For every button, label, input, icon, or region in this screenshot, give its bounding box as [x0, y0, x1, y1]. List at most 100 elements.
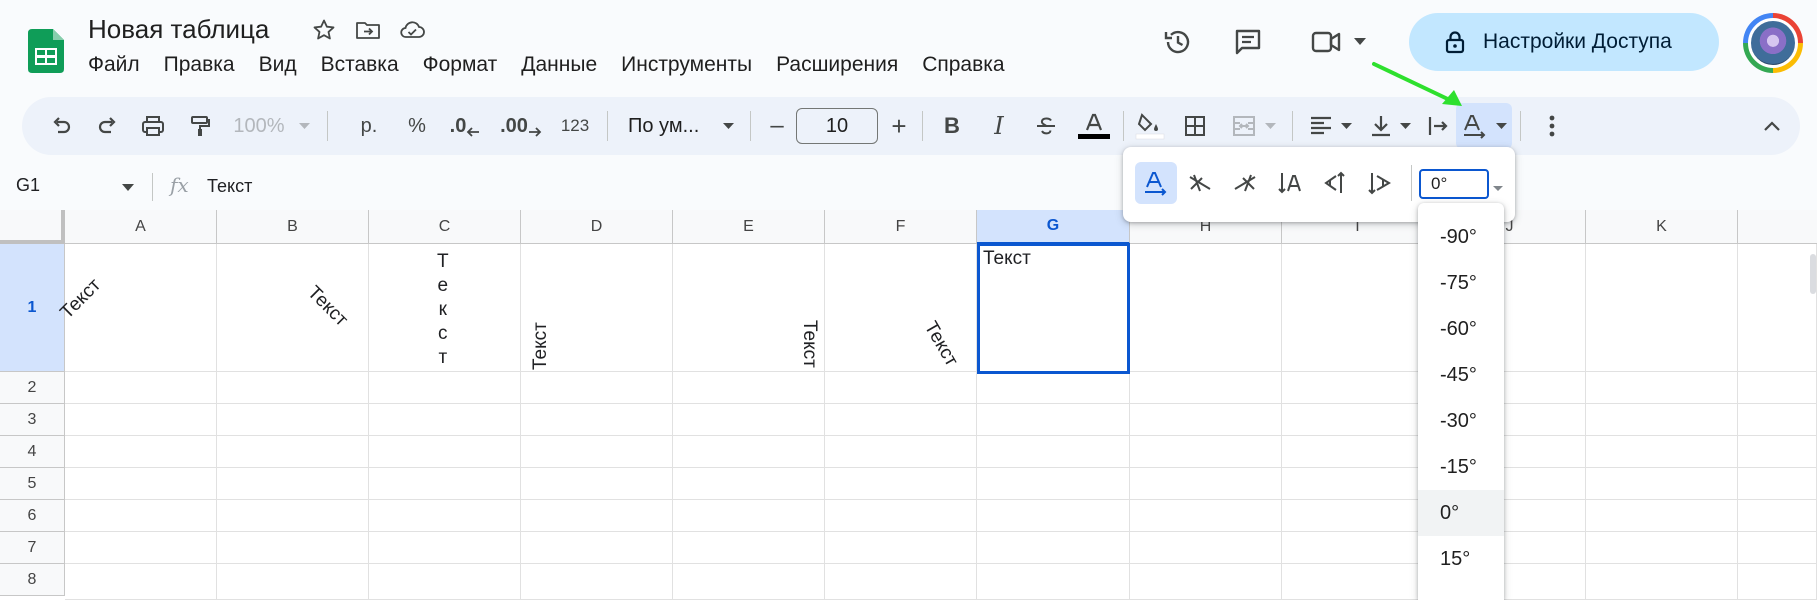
font-size-input[interactable]: 10	[796, 108, 878, 144]
rotate-none-icon[interactable]	[1135, 162, 1177, 204]
paint-format-icon[interactable]	[175, 97, 225, 155]
grid-cell[interactable]	[673, 564, 825, 600]
grid-cell[interactable]	[825, 436, 977, 468]
text-color-icon[interactable]	[1070, 97, 1118, 155]
grid-cell[interactable]	[1130, 372, 1282, 404]
grid-cell[interactable]	[1738, 468, 1817, 500]
row-header-4[interactable]: 4	[0, 436, 65, 468]
custom-angle-input[interactable]: 0°	[1419, 169, 1489, 199]
rotate-down-icon[interactable]	[1359, 162, 1401, 204]
grid-cell[interactable]	[1586, 564, 1738, 600]
grid-cell[interactable]	[1282, 532, 1434, 564]
grid-cell[interactable]	[217, 404, 369, 436]
undo-icon[interactable]	[36, 97, 86, 155]
grid-cell[interactable]	[977, 500, 1130, 532]
grid-cell[interactable]	[1738, 404, 1817, 436]
grid-cell[interactable]	[217, 468, 369, 500]
column-header-c[interactable]: C	[369, 210, 521, 244]
font-family-select[interactable]: По ум...	[616, 97, 746, 155]
angle-option[interactable]: -45°	[1418, 352, 1504, 398]
grid-cell[interactable]	[1130, 468, 1282, 500]
row-header-3[interactable]: 3	[0, 404, 65, 436]
grid-cell[interactable]	[825, 500, 977, 532]
grid-cell[interactable]	[673, 404, 825, 436]
grid-cell[interactable]	[673, 532, 825, 564]
menu-help[interactable]: Справка	[910, 52, 1016, 78]
version-history-icon[interactable]	[1150, 14, 1206, 70]
chevron-down-icon[interactable]	[1493, 179, 1503, 197]
grid-cell[interactable]	[1282, 500, 1434, 532]
tilt-down-icon[interactable]	[1224, 162, 1266, 204]
formula-input[interactable]: Текст	[207, 176, 252, 197]
grid-cell[interactable]	[825, 372, 977, 404]
grid-cell[interactable]	[217, 564, 369, 600]
select-all-corner[interactable]	[0, 210, 65, 244]
zoom-value[interactable]: 100%	[228, 97, 290, 155]
grid-cell[interactable]	[1586, 500, 1738, 532]
grid-cell[interactable]	[521, 436, 673, 468]
grid-cell[interactable]	[673, 468, 825, 500]
chevron-down-icon[interactable]	[122, 179, 134, 197]
grid-cell[interactable]	[1738, 500, 1817, 532]
comments-icon[interactable]	[1220, 14, 1276, 70]
grid-cell[interactable]	[1282, 468, 1434, 500]
grid-cell[interactable]	[521, 372, 673, 404]
grid-cell[interactable]	[521, 500, 673, 532]
angle-option[interactable]: -15°	[1418, 444, 1504, 490]
menu-data[interactable]: Данные	[509, 52, 609, 78]
grid-cell[interactable]	[217, 244, 369, 372]
document-title[interactable]: Новая таблица	[88, 14, 269, 45]
increase-decimals-button[interactable]: .00	[496, 97, 546, 155]
grid-cell[interactable]	[217, 372, 369, 404]
rotate-up-icon[interactable]	[1314, 162, 1356, 204]
row-header-6[interactable]: 6	[0, 500, 65, 532]
grid-cell[interactable]	[1586, 244, 1738, 372]
grid-cell[interactable]	[977, 436, 1130, 468]
column-header-e[interactable]: E	[673, 210, 825, 244]
column-header-f[interactable]: F	[825, 210, 977, 244]
grid-cell[interactable]	[65, 532, 217, 564]
grid-cell[interactable]	[1586, 532, 1738, 564]
redo-icon[interactable]	[83, 97, 133, 155]
collapse-toolbar-icon[interactable]	[1752, 97, 1792, 155]
menu-file[interactable]: Файл	[76, 52, 152, 78]
grid-cell[interactable]	[369, 500, 521, 532]
grid-cell[interactable]	[1282, 244, 1434, 372]
column-header-k[interactable]: K	[1586, 210, 1738, 244]
number-format-button[interactable]: 123	[551, 97, 599, 155]
angle-option-selected[interactable]: 0°	[1418, 490, 1504, 536]
grid-cell[interactable]	[369, 532, 521, 564]
grid-cell[interactable]	[1738, 564, 1817, 600]
menu-tools[interactable]: Инструменты	[609, 52, 764, 78]
grid-cell[interactable]	[1282, 564, 1434, 600]
grid-cell[interactable]	[1738, 244, 1817, 372]
grid-cell[interactable]	[1130, 564, 1282, 600]
print-icon[interactable]	[128, 97, 178, 155]
grid-cell[interactable]	[1586, 436, 1738, 468]
menu-format[interactable]: Формат	[411, 52, 510, 78]
grid-cell[interactable]	[1130, 436, 1282, 468]
angle-option[interactable]: -60°	[1418, 306, 1504, 352]
meet-button[interactable]	[1296, 14, 1380, 70]
grid-cell[interactable]	[1738, 532, 1817, 564]
column-header-d[interactable]: D	[521, 210, 673, 244]
grid-cell[interactable]	[825, 404, 977, 436]
grid-cell[interactable]	[1130, 244, 1282, 372]
grid-cell[interactable]	[217, 500, 369, 532]
cloud-saved-icon[interactable]	[398, 16, 426, 44]
menu-insert[interactable]: Вставка	[309, 52, 411, 78]
grid-cell[interactable]	[217, 532, 369, 564]
grid-cell[interactable]	[521, 468, 673, 500]
grid-cell[interactable]	[1586, 372, 1738, 404]
grid-cell[interactable]	[65, 564, 217, 600]
grid-cell[interactable]	[673, 500, 825, 532]
grid-cell[interactable]	[1282, 436, 1434, 468]
row-header-7[interactable]: 7	[0, 532, 65, 564]
grid-cell[interactable]	[369, 564, 521, 600]
cell-c1[interactable]: Т е к с т	[437, 250, 449, 370]
angle-option[interactable]: -90°	[1418, 214, 1504, 260]
grid-cell[interactable]	[1130, 404, 1282, 436]
grid-cell[interactable]	[65, 468, 217, 500]
cell-e1[interactable]: Текст	[798, 320, 820, 368]
grid-cell[interactable]	[1130, 532, 1282, 564]
